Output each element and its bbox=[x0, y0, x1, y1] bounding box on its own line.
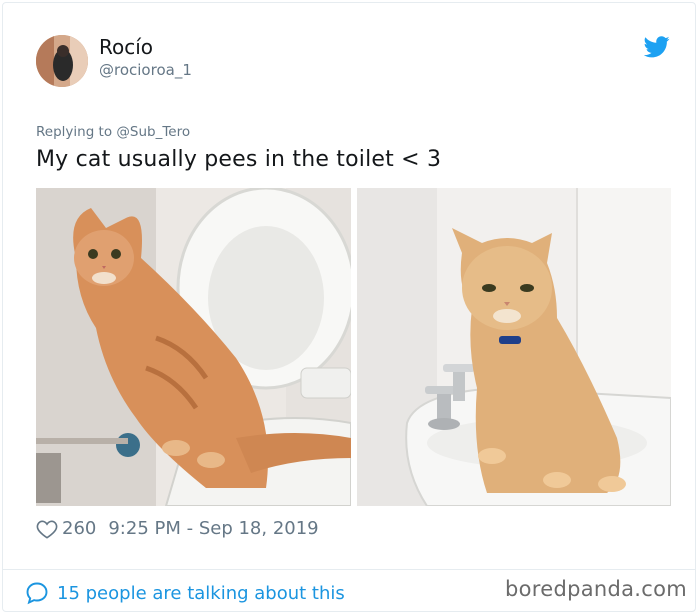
watermark: boredpanda.com bbox=[505, 577, 688, 601]
divider bbox=[3, 569, 695, 570]
tweet-meta: 260 9:25 PM - Sep 18, 2019 bbox=[36, 518, 319, 539]
like-count: 260 bbox=[62, 518, 97, 539]
replying-label: Replying to bbox=[36, 124, 113, 140]
tweet-photo-cat-on-toilet[interactable] bbox=[36, 188, 351, 506]
speech-bubble-icon bbox=[26, 582, 48, 605]
mention-link[interactable]: @Sub_Tero bbox=[116, 124, 190, 140]
tweet-card: Rocío @rocioroa_1 Replying to @Sub_Tero … bbox=[2, 2, 696, 612]
display-name[interactable]: Rocío bbox=[99, 35, 153, 59]
avatar[interactable] bbox=[36, 35, 88, 87]
twitter-bird-icon[interactable] bbox=[643, 36, 670, 58]
conversation-link-label[interactable]: 15 people are talking about this bbox=[57, 583, 345, 604]
heart-outline-icon[interactable] bbox=[36, 519, 58, 539]
conversation-link[interactable]: 15 people are talking about this bbox=[25, 581, 345, 605]
tweet-photo-cat-on-bidet[interactable] bbox=[357, 188, 671, 506]
tweet-text: My cat usually pees in the toilet < 3 bbox=[36, 147, 442, 172]
tweet-timestamp[interactable]: 9:25 PM - Sep 18, 2019 bbox=[108, 518, 318, 539]
user-handle[interactable]: @rocioroa_1 bbox=[99, 61, 192, 79]
replying-to: Replying to @Sub_Tero bbox=[36, 124, 190, 140]
